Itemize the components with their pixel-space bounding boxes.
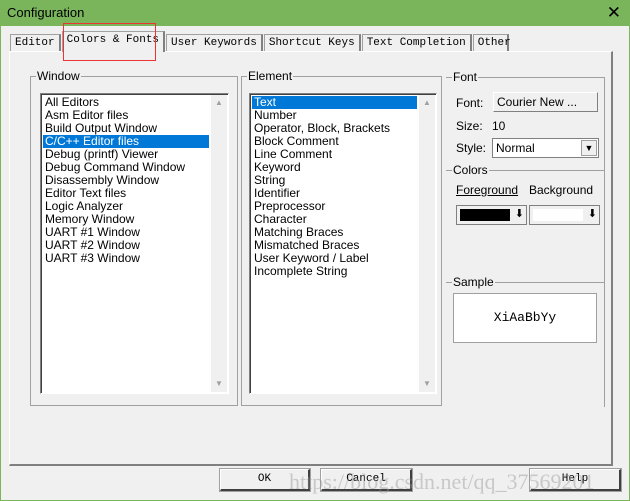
window-title: Configuration xyxy=(7,5,85,20)
font-button[interactable]: Courier New ... xyxy=(493,92,598,112)
tab-text-completion[interactable]: Text Completion xyxy=(361,34,472,52)
style-label: Style: xyxy=(456,141,487,155)
colors-group-label: Colors xyxy=(452,163,489,177)
style-value: Normal xyxy=(496,141,535,155)
ok-button[interactable]: OK xyxy=(219,468,311,492)
tab-shortcut-keys[interactable]: Shortcut Keys xyxy=(263,34,361,52)
foreground-color-picker[interactable]: ⬇ xyxy=(456,205,527,225)
tab-editor[interactable]: Editor xyxy=(10,34,61,52)
list-item[interactable]: UART #3 Window xyxy=(43,252,209,265)
cancel-button[interactable]: Cancel xyxy=(320,468,413,492)
scrollbar[interactable]: ▲ ▼ xyxy=(211,95,227,392)
help-button[interactable]: Help xyxy=(529,468,622,492)
close-icon[interactable]: ✕ xyxy=(607,3,621,23)
scroll-down-icon[interactable]: ▼ xyxy=(419,376,435,392)
font-group-label: Font xyxy=(452,70,479,84)
window-list[interactable]: ▲ ▼ All Editors Asm Editor files Build Outp… xyxy=(40,93,229,394)
foreground-label: Foreground xyxy=(456,183,519,197)
scroll-up-icon[interactable]: ▲ xyxy=(419,95,435,111)
background-swatch xyxy=(533,209,583,221)
font-label: Font: xyxy=(456,96,484,110)
highlight-box xyxy=(63,23,156,61)
sample-preview: XiAaBbYy xyxy=(453,293,597,343)
arrow-down-icon[interactable]: ⬇ xyxy=(515,207,524,220)
element-list[interactable]: ▲ ▼ Text Number Operator, Block, Brackets Bl… xyxy=(249,93,437,394)
scroll-up-icon[interactable]: ▲ xyxy=(211,95,227,111)
background-color-picker[interactable]: ⬇ xyxy=(529,205,600,225)
scrollbar[interactable]: ▲ ▼ xyxy=(419,95,435,392)
size-label: Size: xyxy=(456,119,483,133)
element-group-label: Element xyxy=(247,69,294,83)
colors-group: Colors xyxy=(446,163,605,177)
tab-user-keywords[interactable]: User Keywords xyxy=(166,34,263,52)
sample-group-label: Sample xyxy=(452,275,495,289)
foreground-swatch xyxy=(460,209,510,221)
list-item[interactable]: Incomplete String xyxy=(252,265,417,278)
sample-group: Sample xyxy=(446,275,605,289)
chevron-down-icon[interactable]: ▼ xyxy=(581,140,597,156)
scroll-down-icon[interactable]: ▼ xyxy=(211,376,227,392)
window-group-label: Window xyxy=(36,69,81,83)
background-label: Background xyxy=(529,183,594,197)
style-select[interactable]: Normal ▼ xyxy=(492,138,599,158)
tab-other[interactable]: Other xyxy=(472,34,511,52)
arrow-down-icon[interactable]: ⬇ xyxy=(588,207,597,220)
size-value: 10 xyxy=(492,119,506,133)
